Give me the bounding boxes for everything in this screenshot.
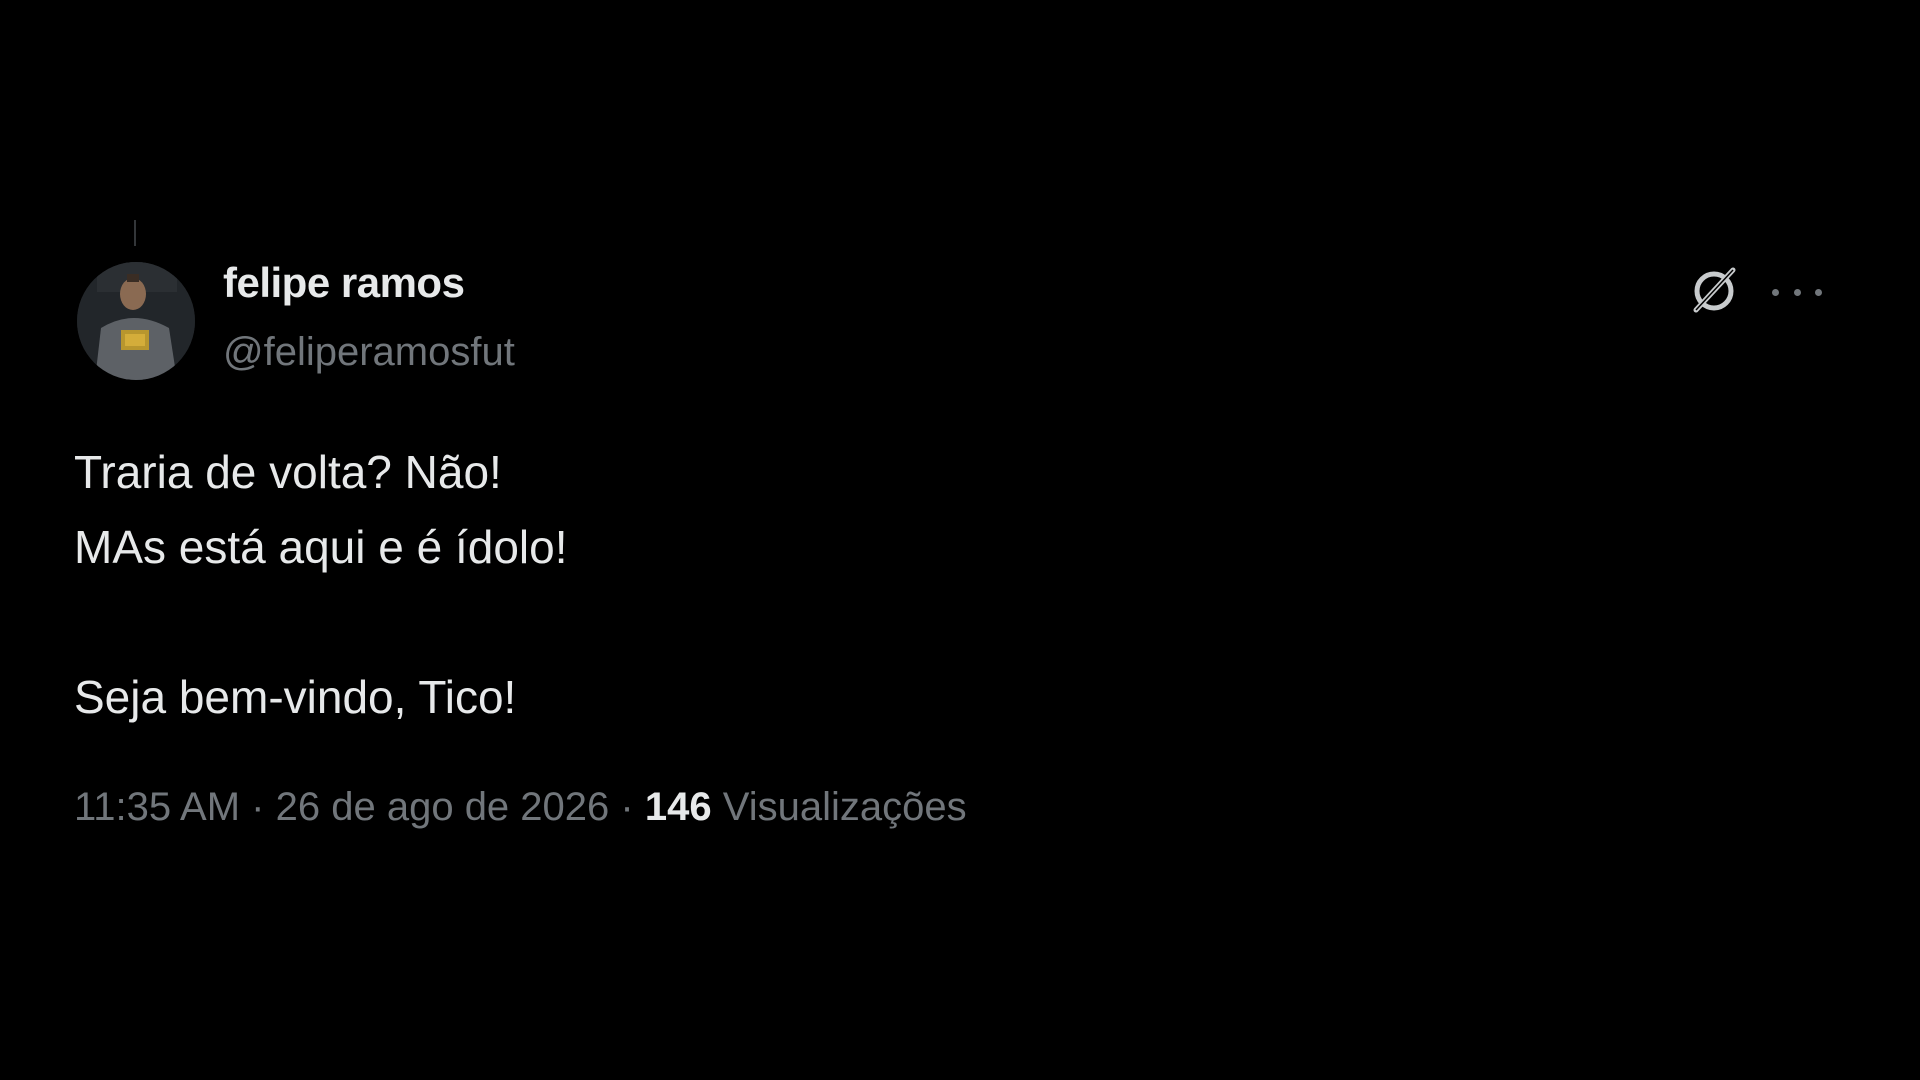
tweet-text-line: Seja bem-vindo, Tico! (74, 671, 517, 723)
more-icon[interactable] (1772, 272, 1822, 312)
views-count: 146 (644, 785, 712, 829)
user-avatar[interactable] (77, 262, 195, 380)
meta-separator: · (620, 785, 634, 829)
more-dot (1772, 288, 1779, 296)
tweet-text-line: Traria de volta? Não! (74, 446, 502, 498)
tweet-text-line: MAs está aqui e é ídolo! (74, 521, 568, 573)
more-dot (1793, 288, 1801, 296)
author-display-name[interactable]: felipe ramos (223, 262, 465, 304)
avatar-image (77, 262, 195, 380)
views-label: Visualizações (722, 785, 967, 829)
more-dot (1815, 288, 1822, 296)
thread-connector-line (134, 220, 136, 246)
meta-separator: · (251, 785, 265, 829)
tweet-card: felipe ramos @feliperamosfut Traria de v… (0, 0, 1920, 1080)
grok-icon[interactable] (1688, 264, 1740, 316)
tweet-text: Traria de volta? Não! MAs está aqui e é … (74, 435, 1774, 735)
tweet-text-line (74, 585, 1774, 660)
tweet-meta: 11:35 AM · 26 de ago de 2026 · 146 Visua… (74, 783, 967, 831)
tweet-date[interactable]: 26 de ago de 2026 (276, 785, 610, 829)
tweet-time[interactable]: 11:35 AM (74, 785, 240, 829)
author-handle[interactable]: @feliperamosfut (223, 332, 515, 372)
